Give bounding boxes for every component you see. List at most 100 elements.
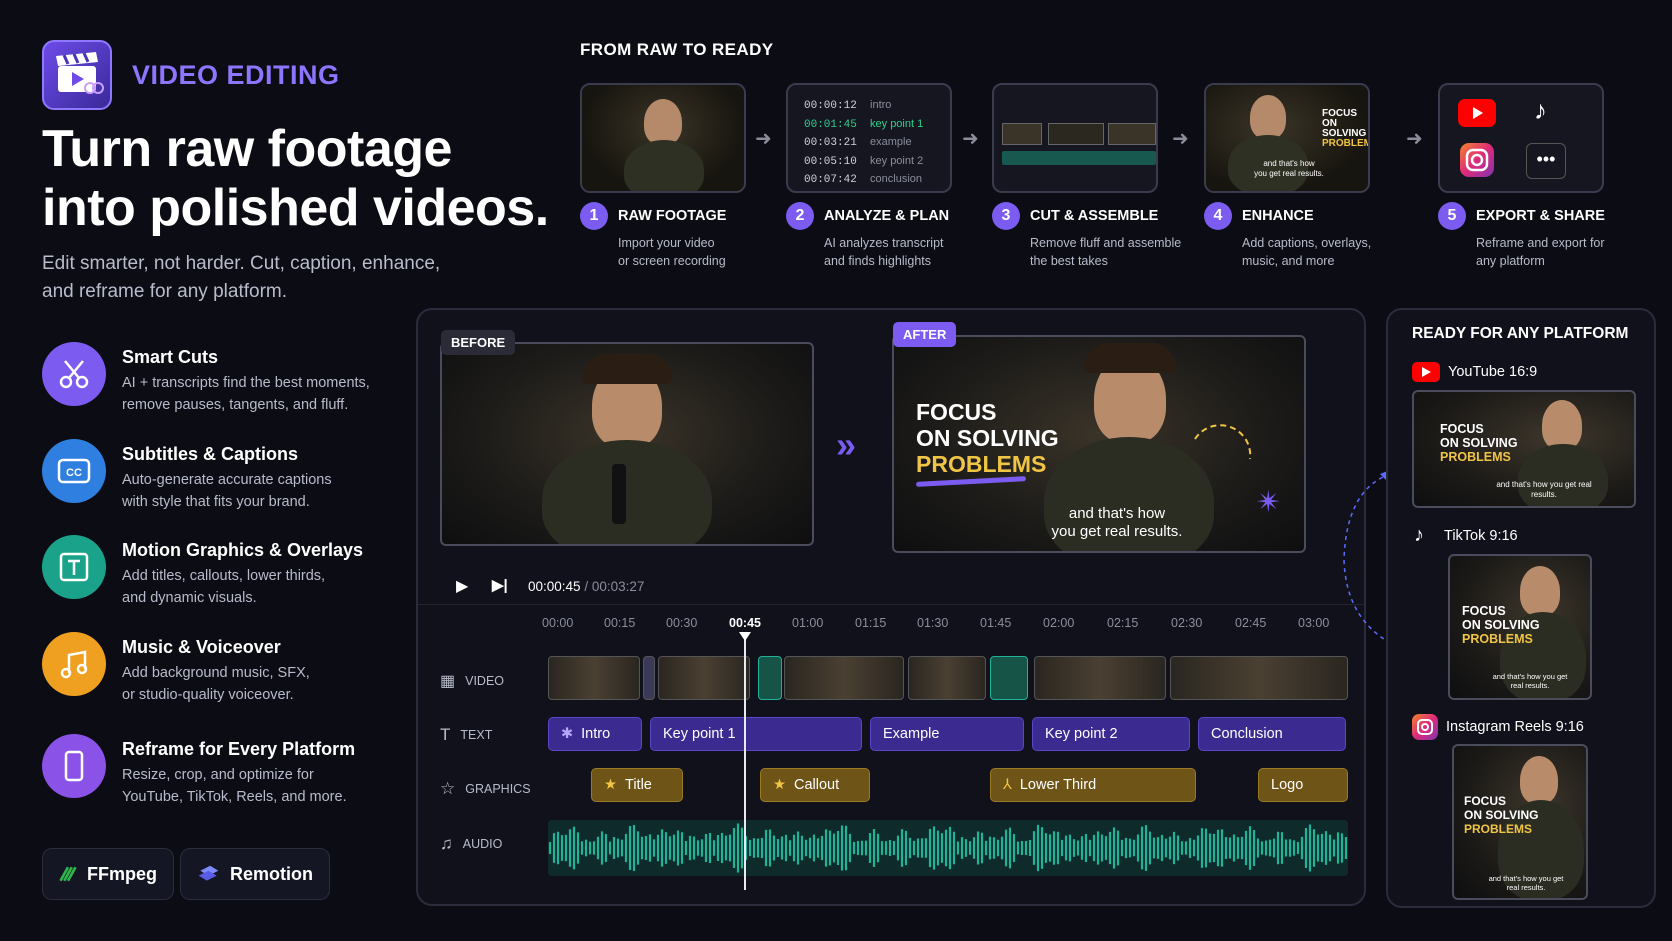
video-clip[interactable] — [643, 656, 655, 700]
text-icon: T — [440, 725, 451, 744]
step-number: 3 — [992, 202, 1020, 230]
remotion-icon — [198, 865, 219, 881]
steps-title: FROM RAW TO READY — [580, 40, 774, 59]
clapperboard-icon — [56, 52, 104, 94]
arrow-right-icon: ➜ — [1406, 128, 1423, 150]
timeline-tick: 00:00 — [542, 616, 574, 630]
feature-title: Motion Graphics & Overlays — [122, 540, 364, 560]
text-clip-example[interactable]: Example — [870, 717, 1024, 751]
instagram-icon — [1412, 714, 1438, 740]
feature-desc: Add background music, SFX, or studio-qual… — [122, 665, 310, 703]
feature-subtitles: CC Subtitles & Captions Auto-generate ac… — [42, 439, 382, 519]
scissors-icon — [42, 342, 106, 406]
timeline-tick: 01:15 — [855, 616, 887, 630]
feature-title: Subtitles & Captions — [122, 444, 299, 464]
arc-decoration — [1194, 424, 1252, 460]
subtitle: Edit smarter, not harder. Cut, caption, … — [42, 250, 462, 306]
step-number: 4 — [1204, 202, 1232, 230]
tiktok-preview[interactable]: FOCUS ON SOLVING PROBLEMS and that's how y… — [1448, 554, 1592, 700]
feature-reframe: Reframe for Every Platform Resize, crop,… — [42, 734, 382, 814]
video-clip[interactable] — [784, 656, 904, 700]
app-logo — [42, 40, 112, 110]
before-tag: BEFORE — [441, 330, 516, 355]
text-frame-icon — [42, 535, 106, 599]
text-clip-key-point-1[interactable]: Key point 1 — [650, 717, 862, 751]
timeline-tick: 02:30 — [1171, 616, 1203, 630]
timeline-tick: 01:00 — [792, 616, 824, 630]
double-chevron-icon: » — [836, 424, 856, 465]
instagram-icon — [1460, 143, 1494, 177]
timeline-tick: 02:15 — [1107, 616, 1139, 630]
track-label-graphics: ☆ GRAPHICS — [440, 779, 531, 798]
video-clip[interactable] — [1034, 656, 1166, 700]
video-clip[interactable] — [758, 656, 782, 700]
text-clip-conclusion[interactable]: Conclusion — [1198, 717, 1346, 751]
step-desc: Reframe and export for any platform — [1476, 236, 1605, 268]
timeline-tick: 01:45 — [980, 616, 1012, 630]
timeline-tick: 00:15 — [604, 616, 636, 630]
current-time: 00:00:45 — [528, 579, 581, 594]
step-desc: Import your video or screen recording — [618, 236, 726, 268]
brand-title: VIDEO EDITING — [132, 60, 340, 90]
timeline-tick: 02:00 — [1043, 616, 1075, 630]
headline-line-1: Turn raw footage — [42, 120, 452, 178]
youtube-preview[interactable]: FOCUS ON SOLVING PROBLEMS and that's how y… — [1412, 390, 1636, 508]
tool-label: FFmpeg — [87, 863, 157, 884]
track-label-audio: ♫ AUDIO — [440, 834, 503, 853]
skip-forward-button[interactable]: ▶| — [492, 576, 508, 594]
overlay-caption: and that's how you get real results. — [1051, 505, 1183, 540]
graphic-clip-logo[interactable]: Logo — [1258, 768, 1348, 802]
arrow-right-icon: ➜ — [755, 128, 772, 150]
video-clip[interactable] — [990, 656, 1028, 700]
star-icon: ☆ — [440, 779, 456, 798]
video-clip[interactable] — [1170, 656, 1348, 700]
step-title: ANALYZE & PLAN — [824, 208, 950, 224]
timecode: 00:00:45 / 00:03:27 — [528, 579, 644, 594]
step-enhance-thumb: FOCUSON SOLVINGPROBLEMS and that's howyo… — [1204, 83, 1370, 193]
text-clip-key-point-2[interactable]: Key point 2 — [1032, 717, 1190, 751]
after-preview: FOCUS ON SOLVING PROBLEMS and that's how yo… — [892, 335, 1306, 553]
cc-icon: CC — [42, 439, 106, 503]
headline-line-2: into polished videos. — [42, 179, 549, 237]
transcript-list: 00:00:12 intro 00:01:45 key point 1 00:0… — [804, 99, 924, 186]
step-number: 5 — [1438, 202, 1466, 230]
timeline-tick: 01:30 — [917, 616, 949, 630]
tool-remotion[interactable]: Remotion — [180, 848, 330, 900]
text-clip-intro[interactable]: ✱ Intro — [548, 717, 642, 751]
playhead[interactable] — [744, 636, 746, 890]
tool-label: Remotion — [230, 863, 313, 884]
arrow-right-icon: ➜ — [962, 128, 979, 150]
total-time: / 00:03:27 — [584, 579, 645, 594]
phone-icon — [42, 734, 106, 798]
more-icon[interactable]: ••• — [1526, 143, 1566, 179]
tool-ffmpeg[interactable]: FFmpeg — [42, 848, 174, 900]
track-label-video: ▦ VIDEO — [440, 673, 505, 690]
tiktok-icon: ♪ — [1534, 95, 1547, 125]
track-label-text: T TEXT — [440, 725, 493, 744]
step-cut-thumb — [992, 83, 1158, 193]
timeline-tick: 02:45 — [1235, 616, 1267, 630]
graphic-clip-callout[interactable]: ★ Callout — [760, 768, 870, 802]
feature-desc: AI + transcripts find the best moments, r… — [122, 375, 370, 413]
video-clip[interactable] — [658, 656, 750, 700]
film-icon: ▦ — [440, 673, 456, 690]
playhead-handle[interactable] — [739, 632, 751, 641]
graphic-clip-lower-third[interactable]: ⅄ Lower Third — [990, 768, 1196, 802]
feature-title: Smart Cuts — [122, 347, 219, 367]
video-clip[interactable] — [548, 656, 640, 700]
divider — [418, 604, 1364, 605]
step-export-thumb: ♪ ••• — [1438, 83, 1604, 193]
feature-smart-cuts: Smart Cuts AI + transcripts find the bes… — [42, 342, 382, 422]
step-title: ENHANCE — [1242, 208, 1314, 224]
play-button[interactable]: ▶ — [456, 576, 468, 596]
music-note-icon: ♫ — [440, 834, 453, 853]
step-desc: Remove fluff and assemble the best takes — [1030, 236, 1182, 268]
step-number: 2 — [786, 202, 814, 230]
video-clip[interactable] — [908, 656, 986, 700]
graphic-clip-title[interactable]: ★ Title — [591, 768, 683, 802]
step-title: RAW FOOTAGE — [618, 208, 727, 224]
overlay-title: FOCUS ON SOLVING PROBLEMS — [916, 399, 1059, 477]
audio-waveform[interactable] — [548, 820, 1348, 876]
music-note-icon — [42, 632, 106, 696]
instagram-preview[interactable]: FOCUS ON SOLVING PROBLEMS and that's how y… — [1452, 744, 1588, 900]
